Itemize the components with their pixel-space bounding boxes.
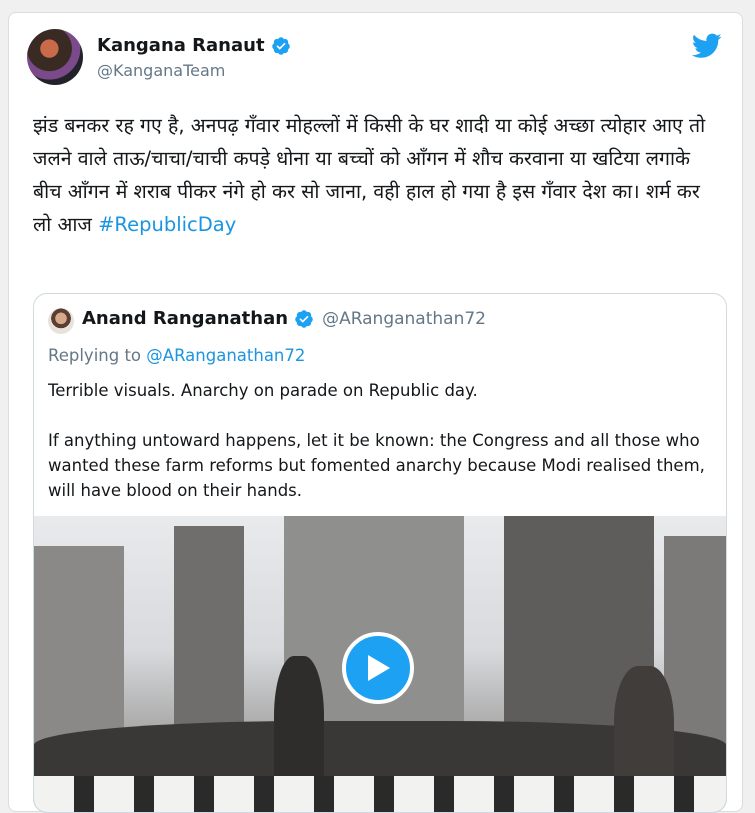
verified-badge-icon: [295, 309, 313, 328]
tweet-text: झंड बनकर रह गए है, अनपढ़ गँवार मोहल्लों …: [33, 109, 723, 241]
republic-day-hashtag[interactable]: #RepublicDay: [98, 213, 236, 236]
video-scene: [174, 526, 244, 746]
quoted-author-row: Anand Ranganathan @ARanganathan72: [82, 308, 486, 329]
twitter-bird-icon[interactable]: [692, 33, 722, 59]
author-name[interactable]: Kangana Ranaut: [97, 35, 265, 56]
video-scene: [34, 546, 124, 746]
author-name-row: Kangana Ranaut: [97, 35, 291, 56]
quoted-author-name[interactable]: Anand Ranganathan: [82, 308, 288, 329]
verified-badge-icon: [271, 36, 290, 55]
tweet-card: Kangana Ranaut @KanganaTeam झंड बनकर रह …: [8, 12, 743, 813]
play-button[interactable]: [342, 632, 414, 704]
author-avatar[interactable]: [27, 29, 83, 85]
quoted-text-1: Terrible visuals. Anarchy on parade on R…: [48, 381, 478, 400]
quoted-tweet[interactable]: Anand Ranganathan @ARanganathan72 Replyi…: [33, 293, 727, 813]
replying-to-link[interactable]: @ARanganathan72: [146, 346, 305, 365]
quoted-author-handle[interactable]: @ARanganathan72: [322, 309, 486, 329]
quoted-text-2: If anything untoward happens, let it be …: [48, 431, 705, 500]
author-handle[interactable]: @KanganaTeam: [97, 61, 225, 80]
play-icon: [368, 655, 390, 681]
replying-to-line: Replying to @ARanganathan72: [48, 346, 305, 365]
quoted-author-avatar[interactable]: [48, 308, 74, 334]
replying-prefix: Replying to: [48, 346, 147, 365]
video-thumbnail[interactable]: [34, 516, 726, 812]
video-scene: [34, 776, 726, 812]
